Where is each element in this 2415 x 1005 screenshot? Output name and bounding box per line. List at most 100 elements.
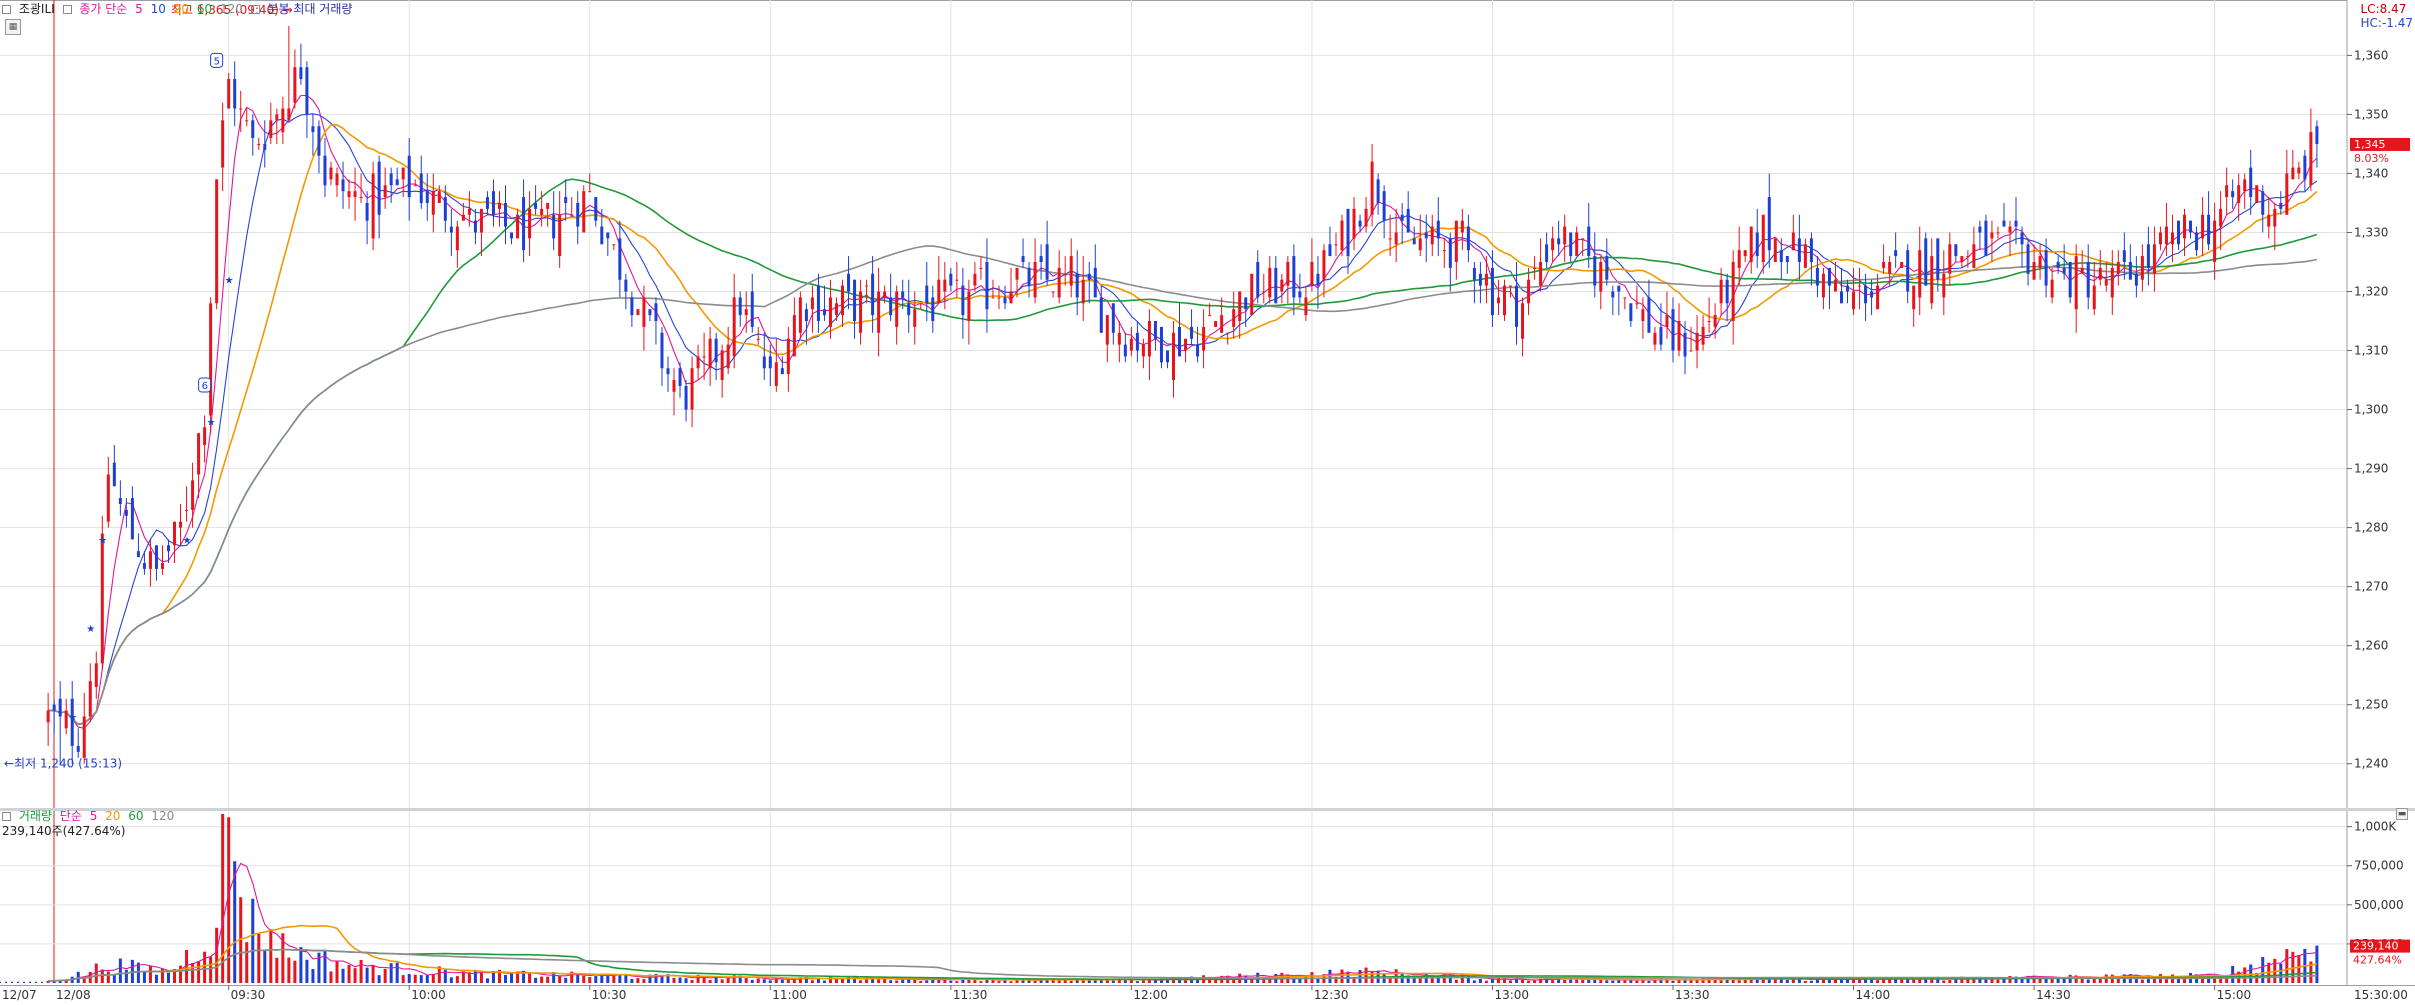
price-tick-label: 1,270 bbox=[2354, 580, 2388, 594]
volume-bar bbox=[756, 978, 760, 983]
volume-bar bbox=[1521, 979, 1525, 983]
volume-bar bbox=[305, 959, 309, 983]
price-candle bbox=[389, 173, 393, 186]
volume-bar bbox=[371, 965, 375, 983]
volume-bar bbox=[678, 977, 682, 983]
price-candle bbox=[756, 338, 760, 340]
volume-bar bbox=[810, 980, 814, 983]
price-legend-checkbox[interactable] bbox=[2, 5, 11, 14]
price-candle bbox=[828, 297, 832, 327]
price-candle bbox=[1515, 285, 1519, 327]
time-tick-label: 11:00 bbox=[772, 988, 807, 1002]
price-candle bbox=[1021, 256, 1025, 262]
price-candle bbox=[1135, 332, 1139, 351]
price-candle bbox=[1256, 261, 1260, 298]
price-candle bbox=[588, 191, 592, 193]
price-candle bbox=[696, 356, 700, 369]
price-candle bbox=[2213, 220, 2217, 262]
price-candle bbox=[913, 309, 917, 327]
volume-bar bbox=[606, 974, 610, 983]
price-candle bbox=[504, 202, 508, 227]
volume-bar bbox=[154, 974, 158, 983]
price-candle bbox=[1111, 303, 1115, 333]
max-volume-checkbox[interactable] bbox=[250, 5, 260, 14]
price-candle bbox=[1599, 261, 1603, 292]
price-candle bbox=[2201, 214, 2205, 239]
price-candle bbox=[2309, 132, 2313, 186]
price-candle bbox=[1226, 332, 1230, 334]
price-candle bbox=[1894, 250, 1898, 257]
volume-bar bbox=[263, 950, 267, 983]
price-candle bbox=[810, 297, 814, 310]
volume-bar bbox=[329, 971, 333, 983]
price-candle bbox=[1521, 303, 1525, 339]
price-chart[interactable]: 최고 1,365 (09:40) →←최저 1,240 (15:13)56★★★… bbox=[0, 0, 2415, 810]
volume-bar bbox=[744, 978, 748, 983]
volume-bar bbox=[431, 973, 435, 983]
volume-chart[interactable]: 250,000500,000750,0001,000K239,140427.64… bbox=[0, 811, 2415, 995]
price-candle bbox=[2128, 261, 2132, 280]
price-candle bbox=[275, 114, 279, 121]
volume-bar bbox=[2164, 979, 2168, 983]
price-candle bbox=[552, 214, 556, 239]
volume-bar bbox=[1737, 980, 1741, 983]
price-candle bbox=[461, 214, 465, 221]
volume-bar bbox=[335, 961, 339, 983]
last-price-tag: 1,345 bbox=[2354, 138, 2386, 151]
signal-star: ★ bbox=[86, 624, 95, 635]
price-candle bbox=[636, 309, 640, 316]
price-candle bbox=[2158, 232, 2162, 245]
volume-bar bbox=[1340, 969, 1344, 983]
volume-bar bbox=[558, 975, 562, 983]
price-candle bbox=[1797, 238, 1801, 262]
price-candle bbox=[203, 427, 207, 445]
price-candle bbox=[413, 185, 417, 187]
price-candle bbox=[1641, 309, 1645, 322]
volume-bar bbox=[1996, 979, 2000, 983]
price-candle bbox=[2237, 185, 2241, 203]
price-candle bbox=[1629, 303, 1633, 322]
end-time-label: 15:30:00 bbox=[2354, 988, 2408, 1002]
price-candle bbox=[88, 681, 92, 717]
price-candle bbox=[961, 285, 965, 316]
price-candle bbox=[708, 338, 712, 369]
price-candle bbox=[1370, 161, 1374, 215]
price-candle bbox=[2152, 244, 2156, 274]
volume-bar bbox=[17, 981, 20, 983]
price-tick-label: 1,260 bbox=[2354, 639, 2388, 653]
signal-star: ★ bbox=[98, 535, 107, 546]
price-candle bbox=[1039, 256, 1043, 262]
volume-bar bbox=[479, 971, 483, 983]
volume-bar bbox=[353, 968, 357, 983]
volume-legend-checkbox[interactable] bbox=[2, 812, 11, 821]
volume-bar bbox=[1412, 977, 1416, 983]
price-candle bbox=[630, 297, 634, 316]
volume-bar bbox=[859, 980, 863, 983]
price-candle bbox=[2008, 226, 2012, 233]
panel-menu-icon[interactable]: ▬ bbox=[2396, 808, 2408, 820]
price-candle bbox=[1298, 291, 1302, 298]
volume-bar bbox=[612, 975, 616, 983]
price-candle bbox=[1978, 226, 1982, 233]
price-candle bbox=[871, 273, 875, 316]
price-candle bbox=[365, 202, 369, 221]
price-candle bbox=[197, 433, 201, 475]
price-candle bbox=[919, 303, 923, 305]
price-candle bbox=[2092, 285, 2096, 310]
volume-legend-period-120: 120 bbox=[151, 809, 175, 823]
price-candle bbox=[1605, 256, 1609, 280]
ma-legend-checkbox[interactable] bbox=[62, 5, 72, 14]
price-candle bbox=[1496, 297, 1500, 304]
volume-bar bbox=[401, 975, 405, 983]
hc-label: HC:-1.47 bbox=[2360, 16, 2414, 30]
price-candle bbox=[2026, 244, 2030, 274]
volume-bar bbox=[251, 898, 255, 983]
price-candle bbox=[2098, 267, 2102, 280]
price-candle bbox=[678, 368, 682, 386]
price-candle bbox=[612, 244, 616, 246]
volume-bar bbox=[877, 978, 881, 983]
price-candle bbox=[2020, 232, 2024, 245]
grid-settings-icon[interactable]: ▦ bbox=[5, 19, 21, 35]
volume-bar bbox=[203, 951, 207, 983]
volume-bar bbox=[504, 974, 508, 983]
